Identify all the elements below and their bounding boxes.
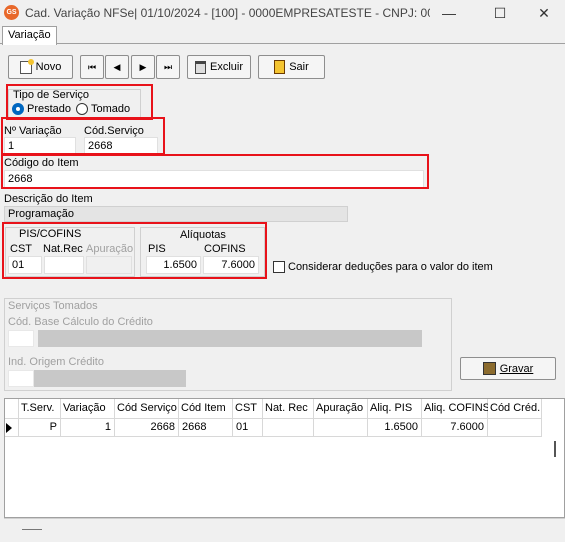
cell-cst[interactable]: 01 <box>233 419 263 437</box>
descricao-field: Programação <box>4 206 348 222</box>
first-record-button[interactable]: ⏮ <box>80 55 104 79</box>
col-header-apuracao[interactable]: Apuração <box>314 399 368 419</box>
cell-variacao[interactable]: 1 <box>61 419 115 437</box>
col-header-cod-cred[interactable]: Cód Créd. <box>488 399 542 419</box>
tab-strip <box>0 26 565 44</box>
considerar-deducoes-label: Considerar deduções para o valor do item <box>288 261 493 273</box>
grid-indicator-header <box>5 399 19 419</box>
excluir-label: Excluir <box>209 61 243 73</box>
col-header-tserv[interactable]: T.Serv. <box>19 399 61 419</box>
servicos-tomados-title: Serviços Tomados <box>8 300 98 312</box>
row-indicator <box>5 419 19 437</box>
first-icon: ⏮ <box>87 61 97 72</box>
maximize-button[interactable]: ☐ <box>477 0 523 26</box>
cell-aliq-pis[interactable]: 1.6500 <box>368 419 422 437</box>
exit-door-icon <box>274 60 286 74</box>
cell-cod-item[interactable]: 2668 <box>179 419 233 437</box>
highlight-pis-cofins-aliquotas <box>2 222 267 279</box>
base-calculo-desc-field <box>38 330 422 347</box>
highlight-tipo-servico <box>6 84 153 120</box>
minimize-button[interactable]: — <box>426 0 472 26</box>
col-header-aliq-pis[interactable]: Aliq. PIS <box>368 399 422 419</box>
window-title: Cad. Variação NFSe| 01/10/2024 - [100] -… <box>25 6 430 20</box>
cell-cod-servico[interactable]: 2668 <box>115 419 179 437</box>
tab-variacao[interactable]: Variação <box>2 26 57 45</box>
close-button[interactable]: ✕ <box>521 0 565 26</box>
excluir-button[interactable]: Excluir <box>187 55 251 79</box>
sair-button[interactable]: Sair <box>258 55 325 79</box>
highlight-variacao-servico <box>1 117 165 155</box>
cell-aliq-cofins[interactable]: 7.6000 <box>422 419 488 437</box>
cell-nat-rec[interactable] <box>263 419 314 437</box>
col-header-aliq-cofins[interactable]: Aliq. COFINS <box>422 399 490 419</box>
origem-credito-desc-field <box>34 370 186 387</box>
gravar-button[interactable]: Gravar <box>460 357 556 380</box>
novo-label: Novo <box>35 61 62 73</box>
trash-icon <box>194 60 206 74</box>
new-document-icon <box>19 58 34 74</box>
status-divider <box>22 529 42 530</box>
base-calculo-code-input[interactable] <box>8 330 34 347</box>
col-header-cod-servico[interactable]: Cód Serviço <box>115 399 179 419</box>
col-header-nat-rec[interactable]: Nat. Rec <box>263 399 314 419</box>
grid-scrollbar-thumb[interactable] <box>554 441 556 457</box>
next-record-button[interactable]: ▶ <box>131 55 155 79</box>
col-header-variacao[interactable]: Variação <box>61 399 115 419</box>
origem-credito-code-input[interactable] <box>8 370 34 387</box>
next-icon: ▶ <box>139 61 147 72</box>
app-icon: GS <box>4 5 19 20</box>
base-calculo-label: Cód. Base Cálculo do Crédito <box>8 316 153 328</box>
novo-button[interactable]: Novo <box>8 55 73 79</box>
col-header-cod-item[interactable]: Cód Item <box>179 399 233 419</box>
highlight-codigo-item <box>1 154 429 189</box>
gravar-label: Gravar <box>499 362 534 375</box>
last-record-button[interactable]: ⏭ <box>156 55 180 79</box>
variacoes-grid[interactable]: T.Serv. Variação Cód Serviço Cód Item CS… <box>4 398 565 518</box>
origem-credito-label: Ind. Origem Crédito <box>8 356 104 368</box>
last-icon: ⏭ <box>163 61 173 72</box>
col-header-cst[interactable]: CST <box>233 399 263 419</box>
title-bar: GS Cad. Variação NFSe| 01/10/2024 - [100… <box>0 0 565 26</box>
descricao-label: Descrição do Item <box>4 193 93 205</box>
prev-icon: ◀ <box>113 61 121 72</box>
cell-tserv[interactable]: P <box>19 419 61 437</box>
status-bar <box>4 518 565 542</box>
cell-apuracao[interactable] <box>314 419 368 437</box>
cell-cod-cred[interactable] <box>488 419 542 437</box>
save-icon <box>482 362 496 375</box>
prev-record-button[interactable]: ◀ <box>105 55 129 79</box>
considerar-deducoes-checkbox[interactable] <box>273 261 285 273</box>
sair-label: Sair <box>289 61 309 73</box>
current-row-arrow-icon <box>6 423 12 433</box>
